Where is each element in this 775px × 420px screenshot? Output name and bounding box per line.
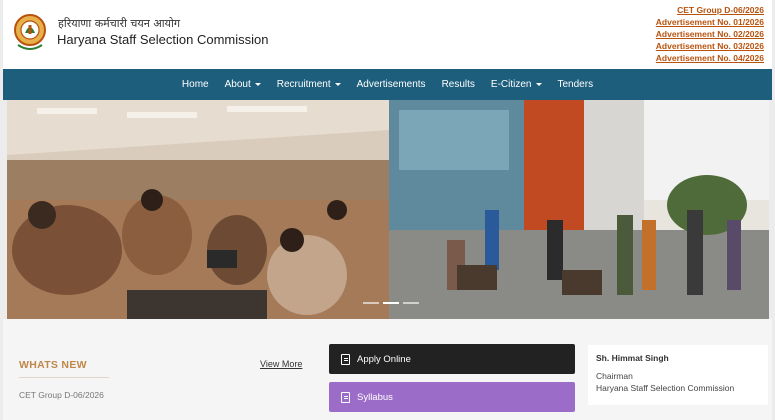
whats-new-title: WHATS NEW xyxy=(19,359,87,371)
syllabus-button[interactable]: Syllabus xyxy=(329,382,575,412)
header-link-adv-02[interactable]: Advertisement No. 02/2026 xyxy=(656,28,764,40)
nav-advertisements-label: Advertisements xyxy=(356,79,426,90)
nav-results[interactable]: Results xyxy=(434,79,483,90)
chairman-role: Chairman xyxy=(596,371,633,381)
page: हरियाणा कर्मचारी चयन आयोग Haryana Staff … xyxy=(0,0,775,420)
nav-recruitment-label: Recruitment xyxy=(276,79,331,90)
slide-indicator-active[interactable] xyxy=(383,302,399,304)
nav-tenders-label: Tenders xyxy=(557,79,594,90)
nav-results-label: Results xyxy=(441,79,475,90)
org-name-hindi: हरियाणा कर्मचारी चयन आयोग xyxy=(58,17,181,30)
syllabus-label: Syllabus xyxy=(357,391,393,403)
document-icon xyxy=(341,391,350,403)
header-link-adv-03[interactable]: Advertisement No. 03/2026 xyxy=(656,40,764,52)
content-section: WHATS NEW View More CET Group D-06/2026 … xyxy=(3,319,772,420)
divider xyxy=(19,377,109,378)
chairman-org: Haryana Staff Selection Commission xyxy=(596,383,735,393)
apply-online-button[interactable]: Apply Online xyxy=(329,344,575,374)
emblem-logo-icon[interactable] xyxy=(13,12,47,54)
chevron-down-icon xyxy=(334,83,341,86)
chairman-card: Sh. Himmat Singh Chairman Haryana Staff … xyxy=(588,345,768,405)
nav-tenders[interactable]: Tenders xyxy=(550,79,602,90)
news-item[interactable]: CET Group D-06/2026 xyxy=(19,390,104,400)
view-more-link[interactable]: View More xyxy=(260,359,302,369)
site-header: हरियाणा कर्मचारी चयन आयोग Haryana Staff … xyxy=(3,0,772,69)
apply-online-label: Apply Online xyxy=(357,353,411,365)
nav-home-label: Home xyxy=(181,79,209,90)
hero-banner xyxy=(7,100,769,319)
nav-about-label: About xyxy=(224,79,251,90)
nav-about[interactable]: About xyxy=(217,79,269,90)
nav-e-citizen-label: E-Citizen xyxy=(490,79,532,90)
nav-home[interactable]: Home xyxy=(174,79,217,90)
slide-indicator[interactable] xyxy=(363,302,379,304)
nav-advertisements[interactable]: Advertisements xyxy=(349,79,434,90)
hero-photo xyxy=(7,100,769,319)
nav-recruitment[interactable]: Recruitment xyxy=(269,79,349,90)
chevron-down-icon xyxy=(535,83,542,86)
header-notice-links: CET Group D-06/2026 Advertisement No. 01… xyxy=(656,4,764,64)
chairman-name: Sh. Himmat Singh xyxy=(596,353,669,363)
document-icon xyxy=(341,353,350,365)
nav-e-citizen[interactable]: E-Citizen xyxy=(483,79,550,90)
org-name: Haryana Staff Selection Commission xyxy=(57,32,269,47)
header-link-cet[interactable]: CET Group D-06/2026 xyxy=(656,4,764,16)
header-link-adv-04[interactable]: Advertisement No. 04/2026 xyxy=(656,52,764,64)
chevron-down-icon xyxy=(254,83,261,86)
header-link-adv-01[interactable]: Advertisement No. 01/2026 xyxy=(656,16,764,28)
slide-indicator[interactable] xyxy=(403,302,419,304)
main-nav: Home About Recruitment Advertisements Re… xyxy=(3,69,772,100)
